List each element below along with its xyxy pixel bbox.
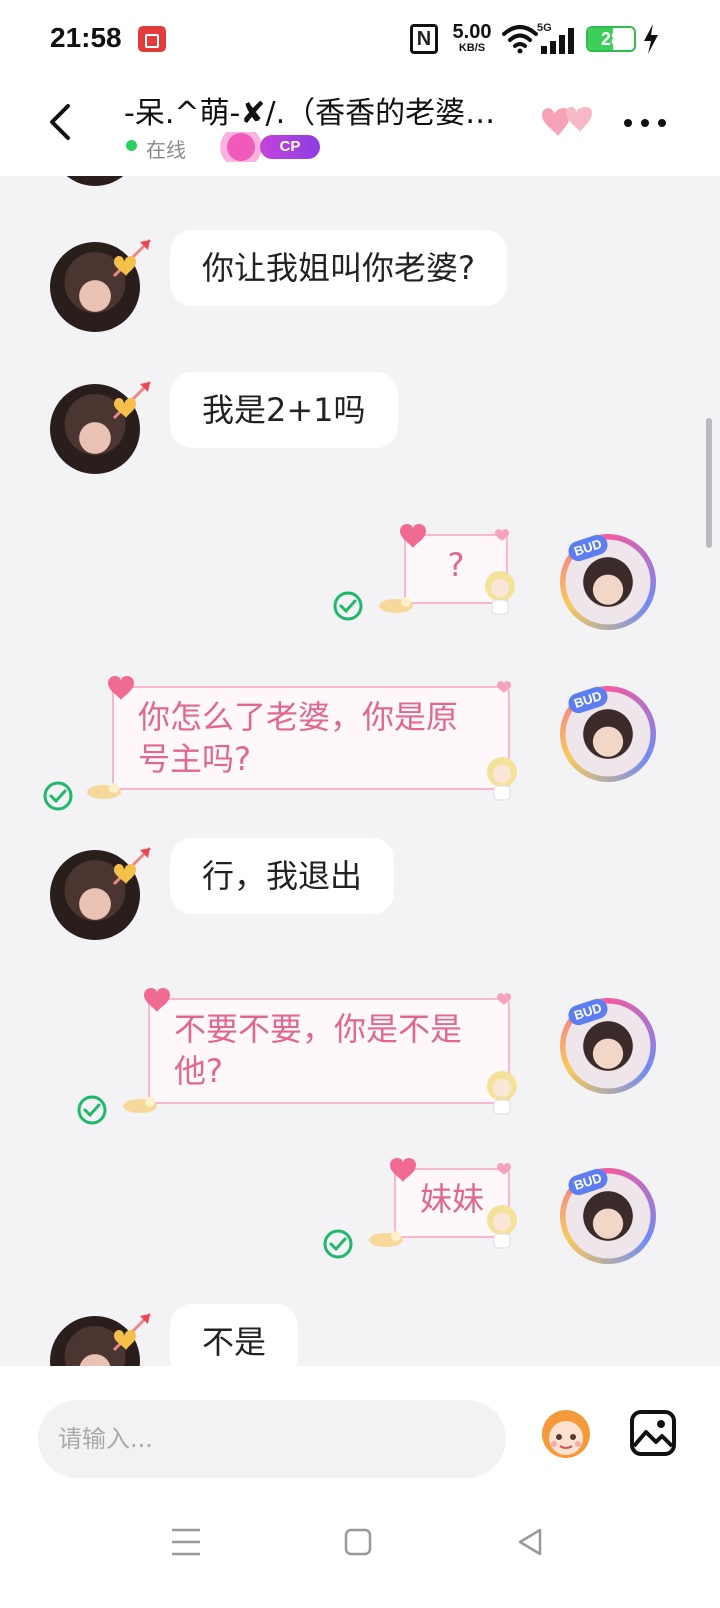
message-bubble[interactable]: 妹妹 <box>369 1157 517 1249</box>
contact-avatar[interactable] <box>50 176 140 186</box>
cupid-arrow-icon <box>112 238 152 278</box>
read-check-icon <box>43 781 73 811</box>
chat-header: -呆.^萌-✘/.（香香的老婆… 在线 CP <box>0 80 720 176</box>
bud-badge-icon: BUD <box>565 684 611 716</box>
small-heart-icon <box>497 1163 511 1175</box>
heart-sticker-icon <box>108 675 134 700</box>
message-bubble[interactable]: 行，我退出 <box>170 838 395 914</box>
read-check-icon <box>77 1095 107 1125</box>
message-text-line: 他? <box>174 1052 223 1090</box>
chick-sticker-icon <box>379 597 413 613</box>
input-bar <box>0 1366 720 1486</box>
contact-avatar[interactable] <box>50 238 152 332</box>
message-bubble[interactable]: 你让我姐叫你老婆? <box>170 230 507 306</box>
doll-sticker-icon <box>487 757 517 801</box>
more-icon[interactable] <box>620 102 670 142</box>
read-check-icon <box>333 591 363 621</box>
chat-title[interactable]: -呆.^萌-✘/.（香香的老婆… <box>124 88 544 132</box>
sticker-icon[interactable] <box>536 1404 596 1460</box>
image-icon[interactable] <box>628 1408 678 1458</box>
chick-sticker-icon <box>87 783 121 799</box>
message-bubble[interactable]: ? <box>379 523 515 615</box>
scrollbar[interactable] <box>706 418 712 548</box>
doll-sticker-icon <box>487 1071 517 1115</box>
back-arrow-icon[interactable] <box>40 100 84 144</box>
charging-bolt-icon <box>644 24 658 54</box>
message-bubble[interactable]: 你怎么了老婆，你是原 号主吗? <box>87 675 517 801</box>
home-square-icon[interactable] <box>338 1522 378 1562</box>
self-avatar[interactable]: BUD <box>560 532 656 630</box>
online-indicator <box>126 140 137 151</box>
nfc-icon: N <box>410 24 438 54</box>
doll-sticker-icon <box>487 1205 517 1249</box>
heart-sticker-icon <box>144 987 170 1012</box>
online-status: 在线 <box>146 138 186 162</box>
hearts-icon <box>542 106 592 136</box>
read-check-icon <box>323 1229 353 1259</box>
status-time: 21:58 <box>50 22 122 53</box>
self-avatar[interactable]: BUD <box>560 684 656 782</box>
heart-sticker-icon <box>400 523 426 548</box>
cp-badge[interactable]: CP <box>210 132 320 162</box>
bud-badge-icon: BUD <box>565 996 611 1028</box>
cellular-signal-icon: 5G <box>537 22 577 54</box>
cupid-arrow-icon <box>112 380 152 420</box>
message-list[interactable]: 你让我姐叫你老婆? 我是2+1吗 BUD ? BUD 你怎么了老婆，你是原 号主… <box>0 176 720 1366</box>
battery-level: 28 <box>600 29 622 49</box>
contact-avatar[interactable] <box>50 1312 152 1366</box>
message-input[interactable] <box>38 1400 506 1478</box>
message-bubble[interactable]: 不是 <box>170 1304 299 1366</box>
self-avatar[interactable]: BUD <box>560 1166 656 1264</box>
doll-sticker-icon <box>485 571 515 615</box>
network-speed: 5.00 KB/S <box>449 22 495 54</box>
menu-icon[interactable] <box>166 1522 206 1562</box>
wifi-icon <box>502 25 538 54</box>
bud-badge-icon: BUD <box>565 532 611 564</box>
status-bar: 21:58 N 5.00 KB/S 5G 28 <box>0 0 720 80</box>
small-heart-icon <box>497 993 511 1005</box>
network-speed-value: 5.00 <box>452 21 492 43</box>
message-text: 妹妹 <box>420 1180 485 1218</box>
screen-record-icon <box>138 26 166 52</box>
chick-sticker-icon <box>123 1097 157 1113</box>
heart-sticker-icon <box>390 1157 416 1182</box>
system-nav-bar <box>0 1486 720 1608</box>
message-text-line: 你怎么了老婆，你是原 <box>138 698 459 736</box>
message-text-line: 不要不要，你是不是 <box>174 1010 463 1048</box>
bud-badge-icon: BUD <box>565 1166 611 1198</box>
self-avatar[interactable]: BUD <box>560 996 656 1094</box>
back-triangle-icon[interactable] <box>510 1522 550 1562</box>
message-bubble[interactable]: 我是2+1吗 <box>170 372 398 448</box>
cupid-arrow-icon <box>112 846 152 886</box>
message-text: ? <box>447 546 465 584</box>
cp-badge-label: CP <box>260 135 320 159</box>
chick-sticker-icon <box>369 1231 403 1247</box>
message-bubble[interactable]: 不要不要，你是不是 他? <box>123 987 517 1115</box>
cupid-arrow-icon <box>112 1312 152 1352</box>
small-heart-icon <box>497 681 511 693</box>
contact-avatar[interactable] <box>50 380 152 474</box>
network-speed-unit: KB/S <box>458 42 486 54</box>
contact-avatar[interactable] <box>50 846 152 940</box>
message-text-line: 号主吗? <box>138 740 251 778</box>
small-heart-icon <box>495 529 509 541</box>
battery-icon: 28 <box>586 26 636 52</box>
